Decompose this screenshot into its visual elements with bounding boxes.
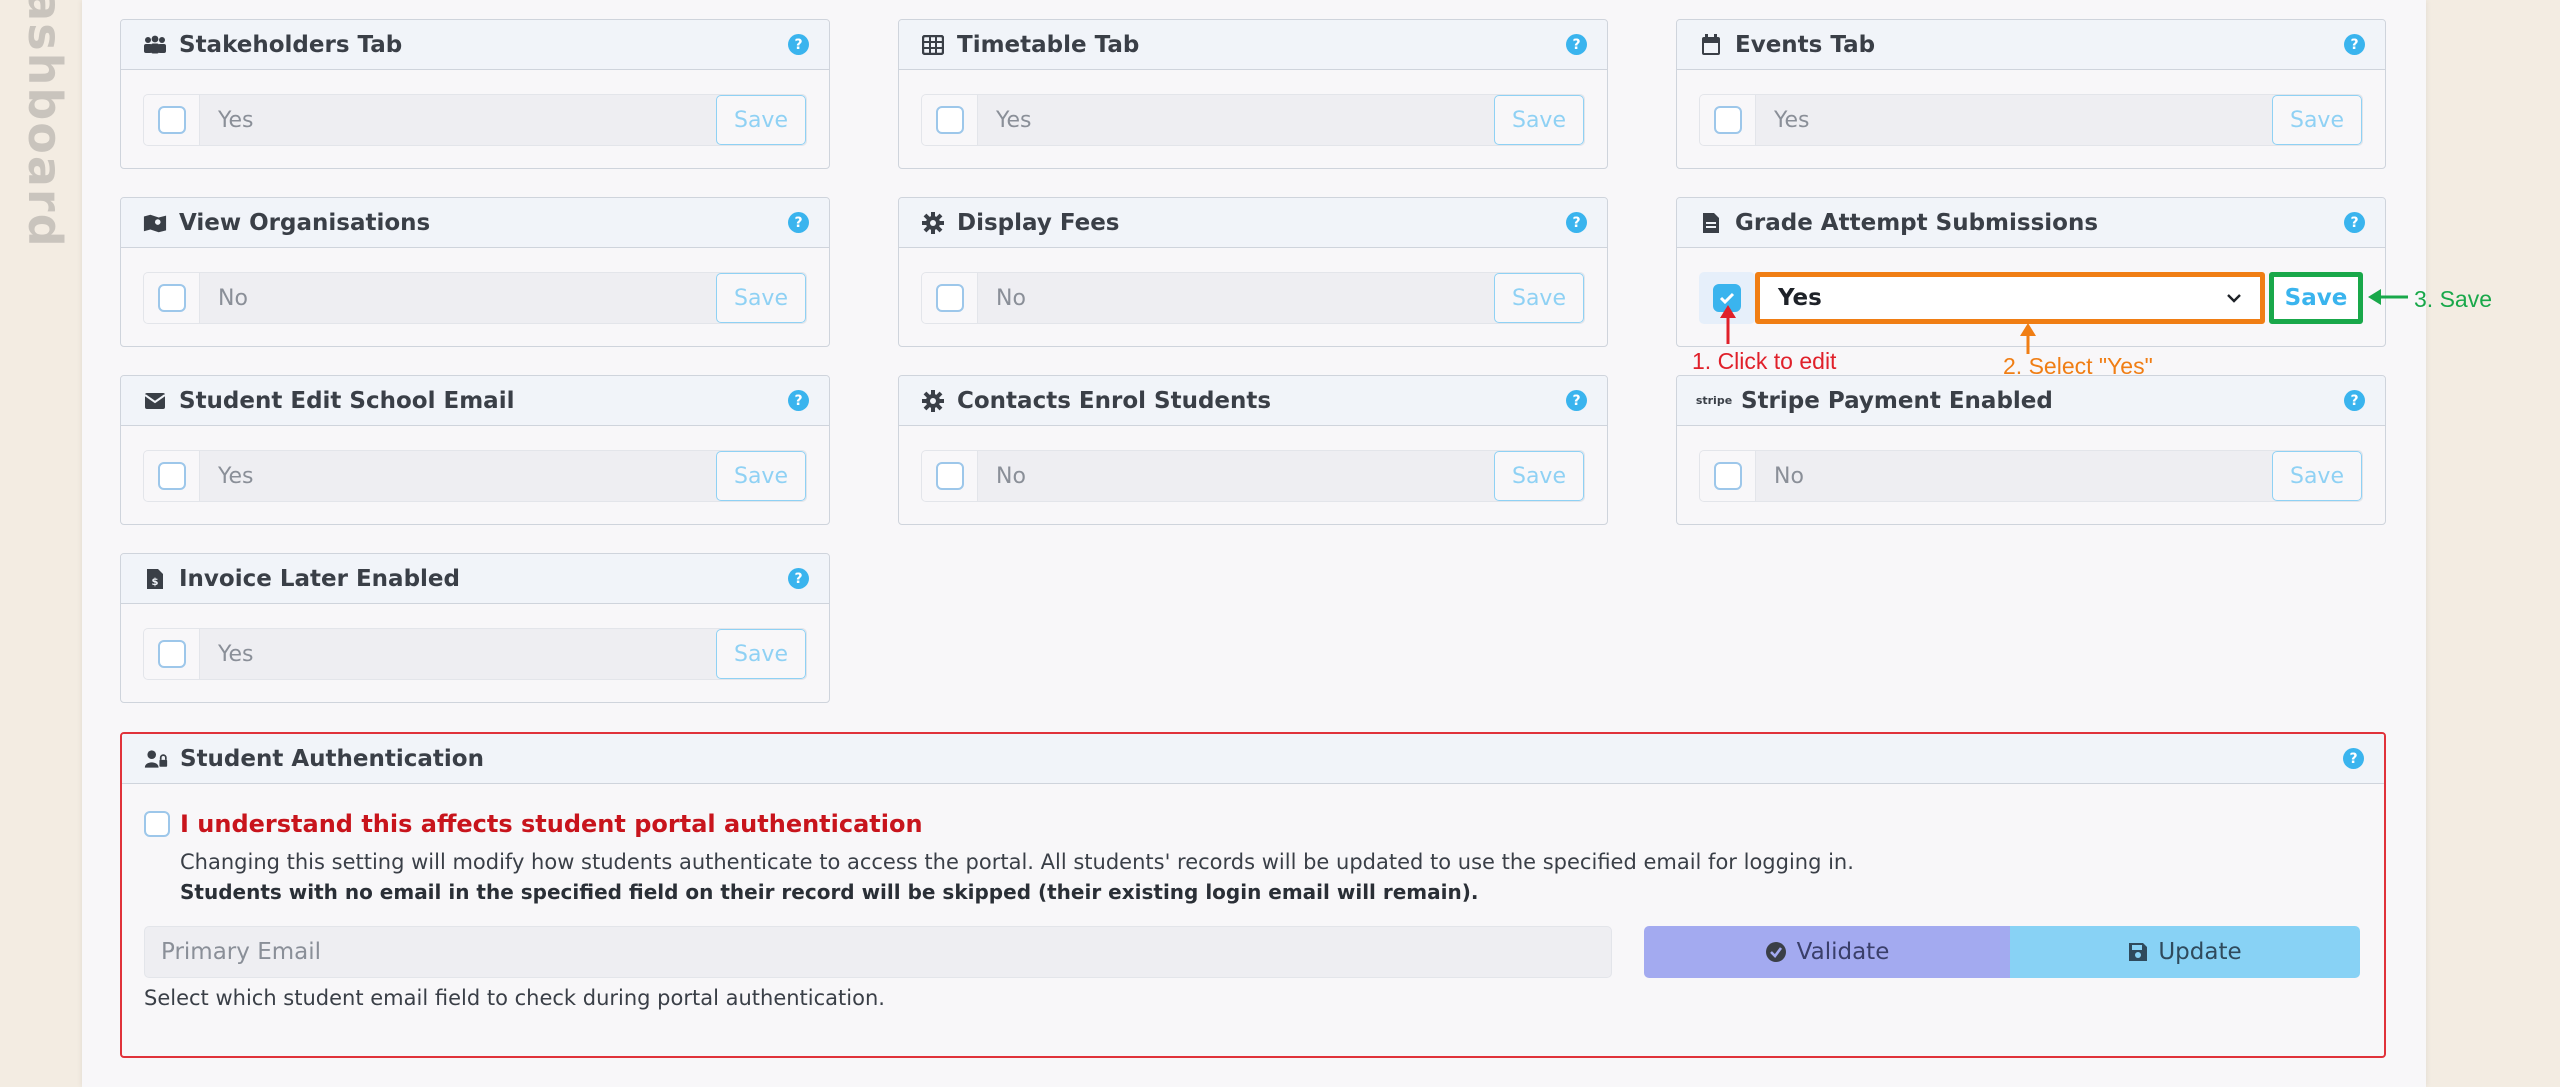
arrow-step3	[2368, 289, 2408, 305]
annotation-step2: 2. Select "Yes"	[2003, 353, 2153, 379]
tutorial-arrows	[1720, 289, 2408, 354]
arrow-step1	[1720, 305, 1736, 344]
annotation-step1: 1. Click to edit	[1692, 348, 1837, 374]
arrow-step2	[2020, 323, 2036, 354]
annotation-step3: 3. Save	[2414, 286, 2492, 312]
